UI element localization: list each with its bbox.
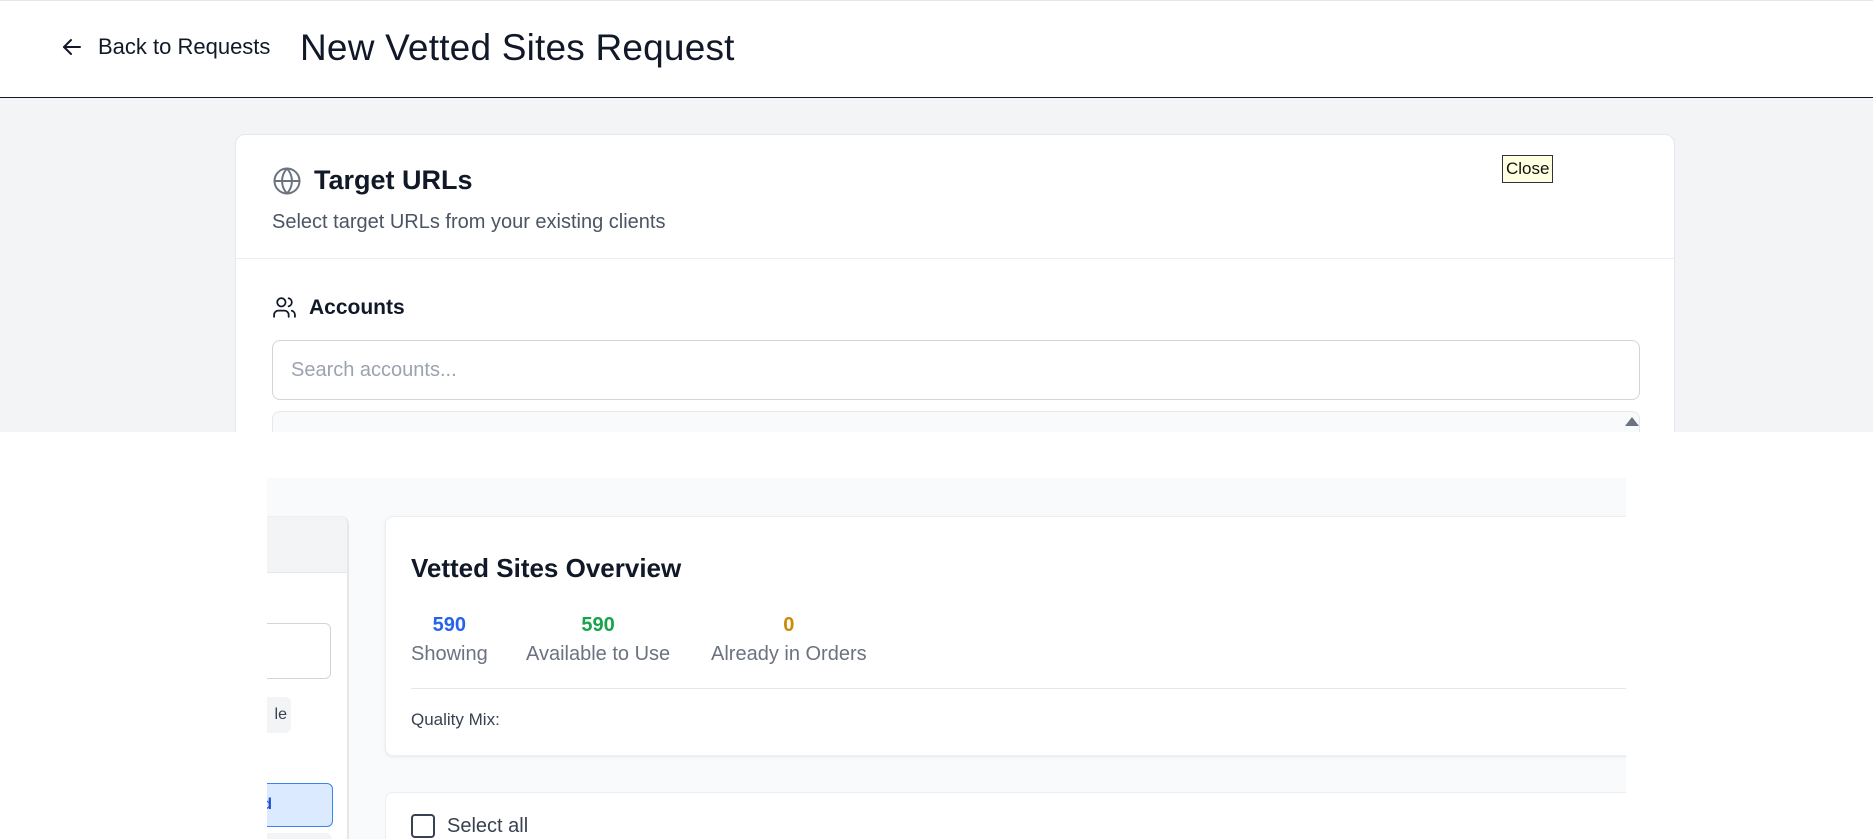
stat-available: 590 Available to Use [526,613,670,666]
sidebar-search-input[interactable] [267,623,331,679]
sites-list-card: Select all [385,792,1626,839]
overview-title: Vetted Sites Overview [411,553,682,583]
target-urls-card: Target URLs Select target URLs from your… [235,134,1675,432]
vetted-sites-panel: le d fied Vetted Sites Overview 590 Show… [267,478,1626,839]
stat-orders-label: Already in Orders [711,643,867,665]
scroll-up-arrow[interactable] [1625,417,1639,426]
select-all-checkbox[interactable] [411,814,435,838]
back-to-requests-link[interactable]: Back to Requests [60,34,270,60]
card-title: Target URLs [314,165,473,195]
sidebar-option-active[interactable]: d [267,783,333,827]
search-accounts-input[interactable] [272,340,1640,400]
card-header: Target URLs Select target URLs from your… [236,135,1674,259]
select-all-control[interactable]: Select all [411,814,528,838]
accounts-list[interactable] [272,411,1640,432]
stat-showing: 590 Showing [411,613,488,666]
page-header: Back to Requests New Vetted Sites Reques… [0,0,1873,98]
sidebar-header [267,517,347,573]
vetted-sites-overview-card: Vetted Sites Overview 590 Showing 590 Av… [385,516,1626,756]
quality-mix-label: Quality Mix: [411,710,500,729]
globe-icon [273,167,301,194]
close-tooltip: Close [1502,155,1554,183]
stat-available-value: 590 [581,614,615,636]
stat-already-in-orders: 0 Already in Orders [711,613,867,666]
stat-orders-value: 0 [783,614,795,636]
back-link-label: Back to Requests [98,34,271,59]
sidebar-option-active-label: d [267,784,272,825]
sidebar-option-label: fied [285,833,312,839]
card-subtitle: Select target URLs from your existing cl… [272,211,666,233]
page-title: New Vetted Sites Request [300,27,735,68]
stat-available-label: Available to Use [526,643,671,665]
arrow-left-icon [63,39,81,55]
sidebar-chip[interactable]: le [267,697,291,733]
accounts-label: Accounts [309,295,405,319]
sidebar-option[interactable]: fied [267,833,332,839]
users-icon [273,297,296,318]
filter-sidebar: le d fied [267,516,349,839]
overview-divider [411,688,1626,689]
stat-showing-value: 590 [432,614,467,636]
select-all-label: Select all [447,814,529,837]
stat-showing-label: Showing [411,643,488,665]
target-urls-section: Target URLs Select target URLs from your… [0,98,1873,432]
accounts-heading: Accounts [272,295,405,320]
card-title-row: Target URLs [272,165,473,196]
sidebar-chip-label: le [274,706,287,723]
